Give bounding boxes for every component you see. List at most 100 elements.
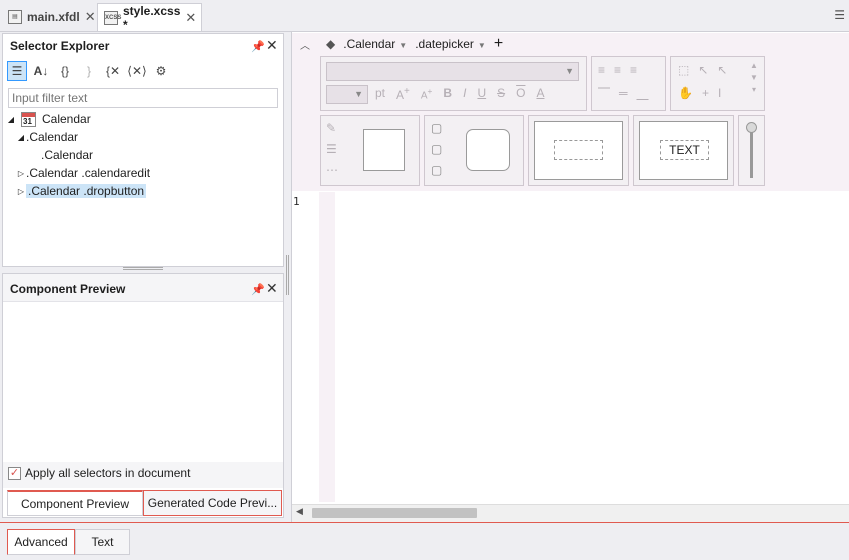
collapse-arrow-icon[interactable]: ▷ xyxy=(16,169,26,178)
radius-buttons: ▢ ▢ ▢ xyxy=(431,118,442,181)
border-dashed-icon[interactable]: ⋯ xyxy=(326,160,338,181)
tab-main-xfdl[interactable]: ▤ main.xfdl ✕ xyxy=(2,3,102,31)
rounded-stack-icon[interactable]: ▢ xyxy=(431,160,442,181)
align-left-icon[interactable]: ≡ xyxy=(598,63,605,77)
close-icon[interactable]: ✕ xyxy=(266,280,278,297)
tree-item[interactable]: .Calendar xyxy=(6,146,281,164)
border-square-preview[interactable] xyxy=(363,129,405,171)
code-editor[interactable] xyxy=(336,192,849,502)
dashed-select-icon[interactable]: ⬚ xyxy=(678,63,689,77)
pin-icon[interactable]: 📌 xyxy=(251,40,265,53)
add-icon[interactable]: + xyxy=(494,36,503,52)
tab-text[interactable]: Text xyxy=(75,529,130,555)
sort-alpha-icon[interactable]: A↓ xyxy=(31,61,51,81)
selector-tree: ◢ 31 Calendar ◢ .Calendar .Calendar ▷ .C… xyxy=(6,110,281,200)
text-preview-label: TEXT xyxy=(660,140,709,160)
collapse-up-icon[interactable]: ︿ xyxy=(300,37,310,52)
vertical-splitter-handle[interactable] xyxy=(286,255,289,295)
tree-item-label: .Calendar xyxy=(41,148,94,162)
calendar-icon: 31 xyxy=(21,111,36,127)
decrease-font-icon[interactable]: A+ xyxy=(421,86,433,102)
tree-item-label: .Calendar .dropbutton xyxy=(26,184,147,198)
text-cursor-icon[interactable]: I xyxy=(718,86,721,100)
breadcrumb: ︿ ◆ .Calendar ▼ .datepicker ▼ + xyxy=(300,35,503,53)
tree-item[interactable]: ▷ .Calendar .calendaredit xyxy=(6,164,281,182)
font-size-select[interactable]: ▼ xyxy=(326,85,368,104)
crosshair-icon[interactable]: + xyxy=(702,86,709,100)
pencil-icon[interactable]: ✎ xyxy=(326,118,338,139)
rounded-square-preview[interactable] xyxy=(466,129,510,171)
tab-advanced[interactable]: Advanced xyxy=(7,529,75,555)
xcss-file-icon: XCSS xyxy=(104,10,121,25)
apply-all-label: Apply all selectors in document xyxy=(25,466,191,480)
rounded-search-icon[interactable]: ▢ xyxy=(431,139,442,160)
pin-icon[interactable]: 📌 xyxy=(251,283,265,296)
panel-title: Component Preview xyxy=(10,282,126,296)
strikethrough-icon[interactable]: S xyxy=(497,86,505,102)
checkmark-icon[interactable]: ✓ xyxy=(8,466,21,480)
more-icon[interactable]: ▾ xyxy=(750,84,758,96)
tab-label: main.xfdl xyxy=(27,10,80,24)
cursor-buttons-row2: ✋ + I xyxy=(678,86,721,100)
italic-icon[interactable]: I xyxy=(463,86,466,102)
tab-style-xcss[interactable]: XCSS style.xcss * ✕ xyxy=(97,3,202,32)
padding-inner-box xyxy=(554,140,603,160)
splitter-handle[interactable] xyxy=(123,267,163,270)
apply-all-checkbox[interactable]: ✓ Apply all selectors in document xyxy=(8,466,190,480)
scroll-left-icon[interactable]: ◀ xyxy=(296,506,303,517)
close-icon[interactable]: ✕ xyxy=(85,9,96,25)
tab-component-preview[interactable]: Component Preview xyxy=(7,490,143,516)
font-style-buttons: pt A+ A+ B I U S O A xyxy=(375,86,544,102)
tab-generated-code-preview[interactable]: Generated Code Previ... xyxy=(143,490,282,516)
delete-selector-icon[interactable]: {✕ xyxy=(103,61,123,81)
editor-gutter xyxy=(319,192,335,502)
collapse-arrow-icon[interactable]: ▷ xyxy=(16,187,26,196)
padding-preview[interactable] xyxy=(534,121,623,180)
close-icon[interactable]: ✕ xyxy=(185,10,196,26)
scroll-up-icon[interactable]: ▲ xyxy=(750,60,758,72)
filter-input[interactable] xyxy=(8,88,278,108)
border-lines-icon[interactable]: ☰ xyxy=(326,139,338,160)
close-icon[interactable]: ✕ xyxy=(266,37,278,54)
align-bottom-icon[interactable]: ⎽ xyxy=(637,86,649,101)
tree-item-label: .Calendar xyxy=(26,130,79,144)
font-family-select[interactable]: ▼ xyxy=(326,62,579,81)
opacity-slider-thumb[interactable] xyxy=(746,122,757,133)
text-preview[interactable]: TEXT xyxy=(639,121,728,180)
collapse-icon[interactable]: } xyxy=(79,61,99,81)
tree-item[interactable]: ▷ .Calendar .dropbutton xyxy=(6,182,281,200)
document-menu-icon[interactable]: ☰ xyxy=(834,8,845,22)
breadcrumb-item[interactable]: .datepicker ▼ xyxy=(415,37,486,51)
bold-icon[interactable]: B xyxy=(443,86,452,102)
rounded-box-icon[interactable]: ▢ xyxy=(431,118,442,139)
align-middle-icon[interactable]: ═ xyxy=(619,86,628,101)
underline-icon[interactable]: U xyxy=(477,86,486,102)
tree-item[interactable]: ◢ 31 Calendar xyxy=(6,110,281,128)
add-selector-icon[interactable]: {} xyxy=(55,61,75,81)
tree-item[interactable]: ◢ .Calendar xyxy=(6,128,281,146)
cursor-buttons-row1: ⬚ ↖ ↖ xyxy=(678,63,727,77)
expand-arrow-icon[interactable]: ◢ xyxy=(16,133,26,142)
align-buttons-row2: ⎺ ═ ⎽ xyxy=(598,86,649,101)
tree-item-label: .Calendar .calendaredit xyxy=(26,166,151,180)
hand-icon[interactable]: ✋ xyxy=(678,86,693,100)
expand-arrow-icon[interactable]: ◢ xyxy=(6,115,16,124)
selector-list-icon[interactable]: ☰ xyxy=(7,61,27,81)
ribbon-scroll[interactable]: ▲ ▼ ▾ xyxy=(750,60,758,96)
settings-gear-icon[interactable]: ⚙ xyxy=(151,61,171,81)
font-size-unit[interactable]: pt xyxy=(375,86,385,102)
scrollbar-thumb[interactable] xyxy=(312,508,477,518)
align-right-icon[interactable]: ≡ xyxy=(630,63,637,77)
line-number: 1 xyxy=(293,195,300,208)
pointer-icon[interactable]: ↖ xyxy=(698,63,708,77)
font-color-icon[interactable]: A xyxy=(536,86,544,102)
increase-font-icon[interactable]: A+ xyxy=(396,86,410,102)
align-center-icon[interactable]: ≡ xyxy=(614,63,621,77)
overline-icon[interactable]: O xyxy=(516,86,525,102)
arrow-cursor-icon[interactable]: ↖ xyxy=(717,63,727,77)
scroll-down-icon[interactable]: ▼ xyxy=(750,72,758,84)
align-top-icon[interactable]: ⎺ xyxy=(598,86,610,101)
breadcrumb-item[interactable]: .Calendar ▼ xyxy=(343,37,407,51)
diamond-icon: ◆ xyxy=(326,37,336,51)
remove-all-icon[interactable]: ⟨✕⟩ xyxy=(127,61,147,81)
